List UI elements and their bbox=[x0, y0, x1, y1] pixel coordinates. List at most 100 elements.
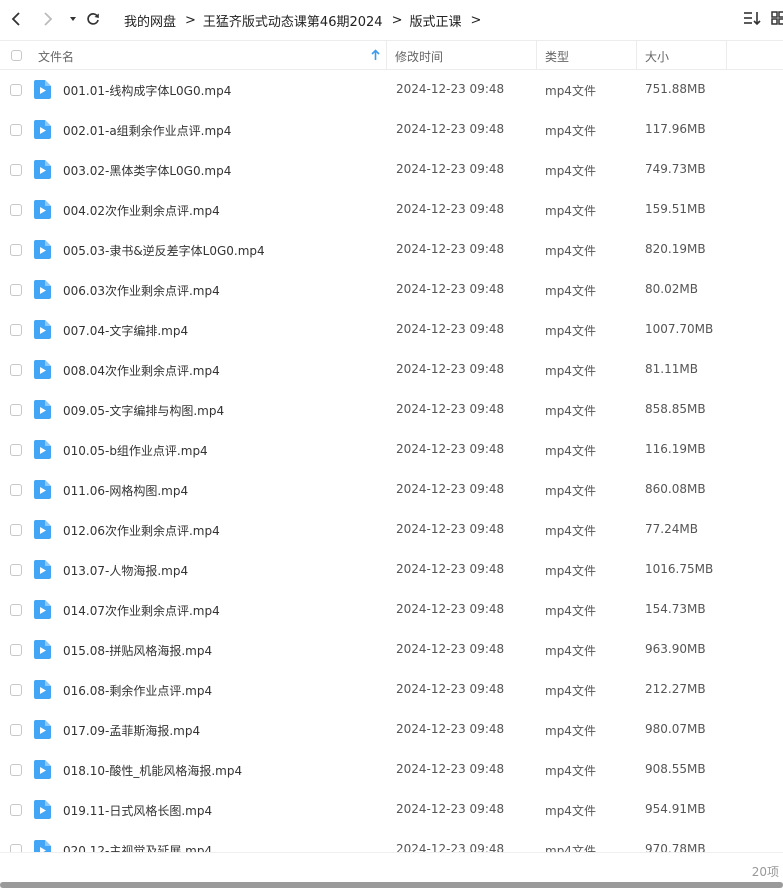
refresh-icon bbox=[87, 13, 99, 25]
file-type: mp4文件 bbox=[545, 564, 596, 578]
file-row[interactable]: 002.01-a组剩余作业点评.mp4 2024-12-23 09:48 mp4文件… bbox=[0, 110, 783, 150]
file-row[interactable]: 015.08-拼贴风格海报.mp4 2024-12-23 09:48 mp4文件 96… bbox=[0, 630, 783, 670]
file-size: 820.19MB bbox=[645, 242, 706, 256]
file-name[interactable]: 016.08-剩余作业点评.mp4 bbox=[63, 682, 212, 699]
file-name[interactable]: 009.05-文字编排与构图.mp4 bbox=[63, 402, 224, 419]
file-type: mp4文件 bbox=[545, 804, 596, 818]
file-modified-time: 2024-12-23 09:48 bbox=[396, 482, 505, 496]
row-checkbox[interactable] bbox=[10, 684, 22, 696]
row-checkbox[interactable] bbox=[10, 164, 22, 176]
row-checkbox[interactable] bbox=[10, 524, 22, 536]
column-divider[interactable] bbox=[386, 41, 387, 69]
row-checkbox[interactable] bbox=[10, 484, 22, 496]
file-type: mp4文件 bbox=[545, 484, 596, 498]
row-checkbox[interactable] bbox=[10, 84, 22, 96]
file-row[interactable]: 008.04次作业剩余点评.mp4 2024-12-23 09:48 mp4文件 81… bbox=[0, 350, 783, 390]
column-divider[interactable] bbox=[536, 41, 537, 69]
sort-button[interactable] bbox=[743, 10, 761, 30]
column-header-modified[interactable]: 修改时间 bbox=[395, 48, 443, 65]
row-checkbox[interactable] bbox=[10, 644, 22, 656]
row-checkbox[interactable] bbox=[10, 764, 22, 776]
row-checkbox[interactable] bbox=[10, 124, 22, 136]
row-checkbox[interactable] bbox=[10, 604, 22, 616]
select-all-checkbox[interactable] bbox=[11, 50, 22, 61]
row-checkbox[interactable] bbox=[10, 804, 22, 816]
row-checkbox[interactable] bbox=[10, 724, 22, 736]
file-size: 212.27MB bbox=[645, 682, 706, 696]
scrollbar-thumb[interactable] bbox=[0, 882, 783, 888]
refresh-button[interactable] bbox=[82, 8, 104, 30]
file-size: 963.90MB bbox=[645, 642, 706, 656]
file-modified-time: 2024-12-23 09:48 bbox=[396, 362, 505, 376]
file-name[interactable]: 005.03-隶书&逆反差字体L0G0.mp4 bbox=[63, 242, 265, 259]
file-name[interactable]: 012.06次作业剩余点评.mp4 bbox=[63, 522, 220, 539]
file-row[interactable]: 019.11-日式风格长图.mp4 2024-12-23 09:48 mp4文件 95… bbox=[0, 790, 783, 830]
breadcrumb-item-current[interactable]: 版式正课 bbox=[409, 11, 461, 30]
row-checkbox[interactable] bbox=[10, 284, 22, 296]
file-row[interactable]: 018.10-酸性_机能风格海报.mp4 2024-12-23 09:48 mp4文… bbox=[0, 750, 783, 790]
file-name[interactable]: 014.07次作业剩余点评.mp4 bbox=[63, 602, 220, 619]
file-type: mp4文件 bbox=[545, 164, 596, 178]
chevron-left-icon bbox=[11, 12, 20, 26]
video-file-icon bbox=[34, 400, 51, 419]
breadcrumb-item-root[interactable]: 我的网盘 bbox=[124, 11, 176, 30]
file-name[interactable]: 011.06-网格构图.mp4 bbox=[63, 482, 188, 499]
file-name[interactable]: 007.04-文字编排.mp4 bbox=[63, 322, 188, 339]
row-checkbox[interactable] bbox=[10, 244, 22, 256]
video-file-icon bbox=[34, 560, 51, 579]
row-checkbox[interactable] bbox=[10, 404, 22, 416]
file-name[interactable]: 006.03次作业剩余点评.mp4 bbox=[63, 282, 220, 299]
file-type: mp4文件 bbox=[545, 244, 596, 258]
column-header-type[interactable]: 类型 bbox=[545, 48, 569, 65]
row-checkbox[interactable] bbox=[10, 444, 22, 456]
file-row[interactable]: 013.07-人物海报.mp4 2024-12-23 09:48 mp4文件 1016… bbox=[0, 550, 783, 590]
row-checkbox[interactable] bbox=[10, 364, 22, 376]
row-checkbox[interactable] bbox=[10, 564, 22, 576]
file-name[interactable]: 013.07-人物海报.mp4 bbox=[63, 562, 188, 579]
file-name[interactable]: 008.04次作业剩余点评.mp4 bbox=[63, 362, 220, 379]
row-checkbox[interactable] bbox=[10, 844, 22, 852]
row-checkbox[interactable] bbox=[10, 324, 22, 336]
file-row[interactable]: 003.02-黑体类字体L0G0.mp4 2024-12-23 09:48 mp4文… bbox=[0, 150, 783, 190]
forward-button[interactable] bbox=[37, 8, 59, 30]
row-checkbox[interactable] bbox=[10, 204, 22, 216]
breadcrumb-item-course[interactable]: 王猛齐版式动态课第46期2024 bbox=[203, 11, 383, 30]
file-name[interactable]: 002.01-a组剩余作业点评.mp4 bbox=[63, 122, 231, 139]
file-size: 980.07MB bbox=[645, 722, 706, 736]
view-mode-button[interactable] bbox=[771, 10, 783, 30]
file-name[interactable]: 015.08-拼贴风格海报.mp4 bbox=[63, 642, 212, 659]
column-divider[interactable] bbox=[726, 41, 727, 69]
chevron-right-icon bbox=[44, 12, 53, 26]
file-row[interactable]: 017.09-孟菲斯海报.mp4 2024-12-23 09:48 mp4文件 980… bbox=[0, 710, 783, 750]
column-header-name[interactable]: 文件名 bbox=[38, 48, 74, 65]
file-row[interactable]: 009.05-文字编排与构图.mp4 2024-12-23 09:48 mp4文件 8… bbox=[0, 390, 783, 430]
file-row[interactable]: 004.02次作业剩余点评.mp4 2024-12-23 09:48 mp4文件 15… bbox=[0, 190, 783, 230]
file-row[interactable]: 006.03次作业剩余点评.mp4 2024-12-23 09:48 mp4文件 80… bbox=[0, 270, 783, 310]
file-row[interactable]: 005.03-隶书&逆反差字体L0G0.mp4 2024-12-23 09:48 m… bbox=[0, 230, 783, 270]
file-row[interactable]: 007.04-文字编排.mp4 2024-12-23 09:48 mp4文件 1007… bbox=[0, 310, 783, 350]
file-row[interactable]: 020.12-主视觉及延展.mp4 2024-12-23 09:48 mp4文件 97… bbox=[0, 830, 783, 852]
history-dropdown-button[interactable] bbox=[62, 8, 84, 30]
file-modified-time: 2024-12-23 09:48 bbox=[396, 402, 505, 416]
file-name[interactable]: 019.11-日式风格长图.mp4 bbox=[63, 802, 212, 819]
column-divider[interactable] bbox=[636, 41, 637, 69]
file-row[interactable]: 014.07次作业剩余点评.mp4 2024-12-23 09:48 mp4文件 15… bbox=[0, 590, 783, 630]
video-file-icon bbox=[34, 240, 51, 259]
video-file-icon bbox=[34, 640, 51, 659]
file-name[interactable]: 003.02-黑体类字体L0G0.mp4 bbox=[63, 162, 231, 179]
file-name[interactable]: 020.12-主视觉及延展.mp4 bbox=[63, 842, 212, 852]
back-button[interactable] bbox=[6, 8, 28, 30]
file-row[interactable]: 010.05-b组作业点评.mp4 2024-12-23 09:48 mp4文件 11… bbox=[0, 430, 783, 470]
horizontal-scrollbar[interactable] bbox=[0, 882, 783, 888]
file-row[interactable]: 011.06-网格构图.mp4 2024-12-23 09:48 mp4文件 860.… bbox=[0, 470, 783, 510]
file-name[interactable]: 001.01-线构成字体L0G0.mp4 bbox=[63, 82, 231, 99]
file-name[interactable]: 010.05-b组作业点评.mp4 bbox=[63, 442, 208, 459]
file-row[interactable]: 016.08-剩余作业点评.mp4 2024-12-23 09:48 mp4文件 21… bbox=[0, 670, 783, 710]
file-name[interactable]: 017.09-孟菲斯海报.mp4 bbox=[63, 722, 200, 739]
file-row[interactable]: 001.01-线构成字体L0G0.mp4 2024-12-23 09:48 mp4文… bbox=[0, 70, 783, 110]
sort-ascending-icon[interactable] bbox=[371, 49, 380, 61]
file-row[interactable]: 012.06次作业剩余点评.mp4 2024-12-23 09:48 mp4文件 77… bbox=[0, 510, 783, 550]
file-name[interactable]: 018.10-酸性_机能风格海报.mp4 bbox=[63, 762, 242, 779]
column-header-size[interactable]: 大小 bbox=[645, 48, 669, 65]
file-name[interactable]: 004.02次作业剩余点评.mp4 bbox=[63, 202, 220, 219]
